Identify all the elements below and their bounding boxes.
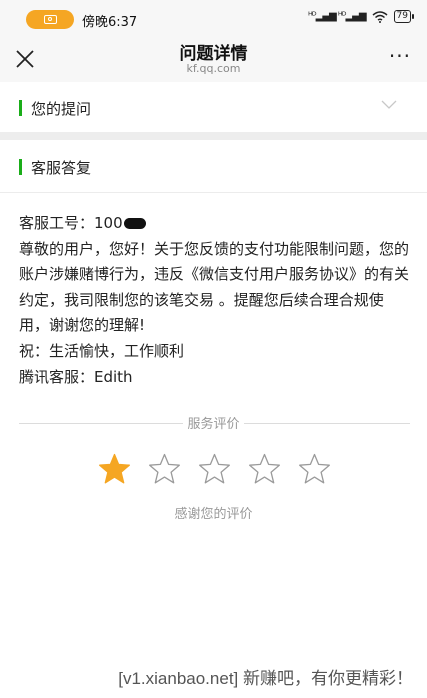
answer-section-header: 客服答复 [0, 143, 427, 191]
divider [0, 192, 427, 193]
page-title: 问题详情 [179, 44, 248, 64]
reply-content: 客服工号：100 尊敬的用户，您好！关于您反馈的支付功能限制问题，您的账户涉嫌赌… [19, 211, 413, 390]
status-bar: 傍晚6:37 ᴴᴰ▂▄▆ ᴴᴰ▂▄▆ 79 [0, 0, 427, 38]
rating-title: 服务评价 [0, 413, 427, 432]
rating-thanks: 感谢您的评价 [174, 507, 253, 522]
star-empty-icon[interactable] [148, 453, 181, 485]
reply-body: 尊敬的用户，您好！关于您反馈的支付功能限制问题，您的账户涉嫌赌博行为，违反《微信… [19, 239, 410, 335]
star-empty-icon[interactable] [198, 453, 231, 485]
star-empty-icon[interactable] [248, 453, 281, 485]
wifi-icon [372, 10, 388, 23]
chevron-down-icon[interactable] [381, 100, 397, 110]
staff-id-line: 客服工号：100 [19, 211, 413, 237]
redaction-mark [123, 218, 146, 229]
star-filled-icon[interactable] [98, 453, 131, 485]
battery-icon: 79 [393, 10, 415, 23]
camera-icon [44, 15, 57, 24]
section-divider [0, 132, 427, 140]
reply-wish: 祝：生活愉快，工作顺利 [19, 341, 185, 360]
question-section-header[interactable]: 您的提问 [0, 84, 427, 132]
staff-id: 客服工号：100 [19, 214, 123, 232]
section-accent-bar [19, 100, 22, 116]
question-section-label: 您的提问 [31, 100, 92, 118]
rating-title-text: 服务评价 [183, 417, 244, 432]
nav-bar: 问题详情 kf.qq.com ··· [0, 38, 427, 82]
watermark-text: [v1.xianbao.net] 新赚吧，有你更精彩！ [118, 669, 413, 688]
reply-signature: 腾讯客服：Edith [19, 367, 133, 386]
more-options-button[interactable]: ··· [389, 44, 411, 68]
status-indicators: ᴴᴰ▂▄▆ ᴴᴰ▂▄▆ 79 [308, 10, 415, 23]
section-accent-bar [19, 159, 22, 175]
camera-recording-pill[interactable] [26, 10, 74, 29]
answer-section-label: 客服答复 [31, 159, 92, 177]
star-empty-icon[interactable] [298, 453, 331, 485]
star-rating [98, 453, 331, 485]
signal-icon: ᴴᴰ▂▄▆ ᴴᴰ▂▄▆ [308, 11, 366, 22]
status-time: 傍晚6:37 [82, 15, 138, 30]
page-domain: kf.qq.com [186, 62, 241, 75]
